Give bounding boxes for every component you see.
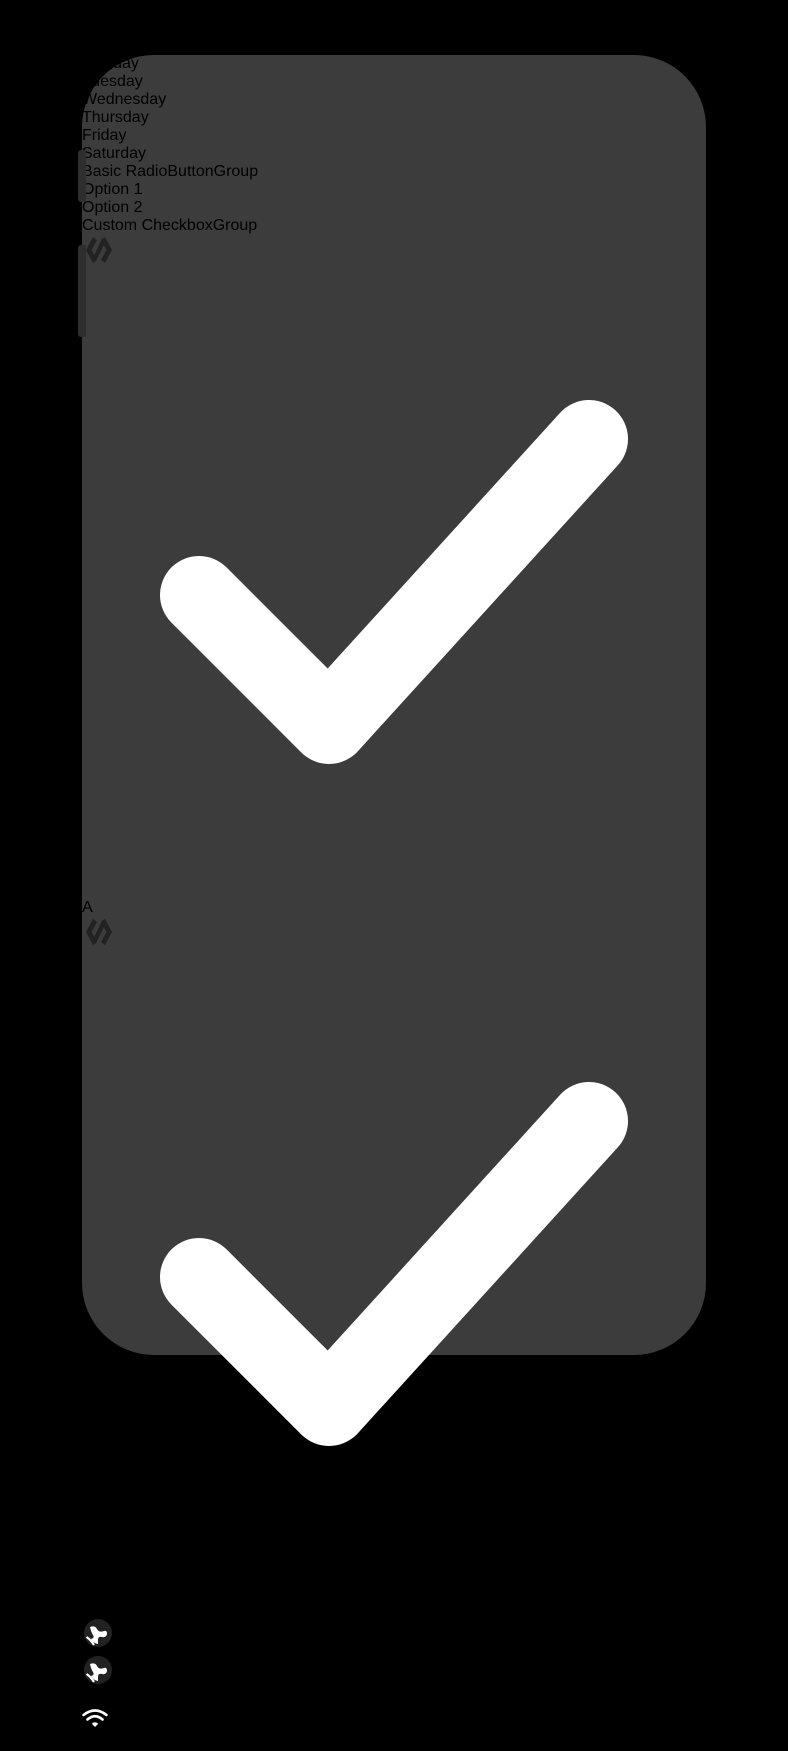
checkbox-label: Wednesday bbox=[82, 91, 167, 108]
custom-checkbox-group: Custom CheckboxGroup A B bbox=[82, 217, 706, 1599]
custom-checkbox-a[interactable] bbox=[82, 400, 706, 898]
custom-checkbox-item-a[interactable]: A bbox=[82, 235, 706, 917]
radio-row-option-1[interactable]: Option 1 bbox=[82, 181, 706, 199]
volume-up-button[interactable] bbox=[78, 245, 86, 337]
basic-checkbox-group: Monday Tuesday Wednesday Thursday Friday… bbox=[82, 55, 706, 163]
checkbox-label: Tuesday bbox=[82, 73, 143, 90]
radio-label: Option 1 bbox=[82, 181, 143, 198]
status-bar: 1:52 bbox=[82, 1691, 706, 1733]
custom-checkbox-b[interactable] bbox=[82, 1082, 706, 1580]
custom-checkbox-item-b[interactable]: B bbox=[82, 917, 706, 1599]
globe-icon bbox=[82, 1656, 118, 1690]
checkbox-row-monday[interactable]: Monday bbox=[82, 55, 706, 73]
mute-switch-button[interactable] bbox=[78, 150, 86, 202]
custom-radio-item-two[interactable]: Two bbox=[82, 1654, 706, 1691]
custom-radio-item-one[interactable]: One bbox=[82, 1617, 706, 1654]
section-heading-basic-radio: Basic RadioButtonGroup bbox=[82, 163, 259, 180]
checkbox-label: Thursday bbox=[82, 109, 149, 126]
checkbox-row-wednesday[interactable]: Wednesday bbox=[82, 91, 706, 109]
custom-checkbox-label: A bbox=[82, 899, 93, 916]
checkbox-row-tuesday[interactable]: Tuesday bbox=[82, 73, 706, 91]
basic-radio-group: Basic RadioButtonGroup Option 1 Option 2 bbox=[82, 163, 706, 217]
code-slash-icon bbox=[82, 919, 116, 951]
radio-row-option-2[interactable]: Option 2 bbox=[82, 199, 706, 217]
phone-screen: Monday Tuesday Wednesday Thursday Friday… bbox=[82, 55, 706, 1751]
phone-frame: Monday Tuesday Wednesday Thursday Friday… bbox=[78, 55, 706, 1750]
check-icon bbox=[160, 400, 628, 764]
radio-label: Option 2 bbox=[82, 199, 143, 216]
checkbox-row-saturday[interactable]: Saturday bbox=[82, 145, 706, 163]
section-heading-custom-radio: Custom RadioButtonGroup bbox=[82, 1599, 275, 1616]
app-bar: 1:52 Grouped Buttons Example bbox=[82, 1691, 706, 1751]
checkbox-label: Friday bbox=[82, 127, 127, 144]
globe-icon bbox=[82, 1619, 118, 1653]
check-icon bbox=[160, 1082, 628, 1446]
custom-checkbox-label: B bbox=[82, 1581, 93, 1598]
checkbox-label: Saturday bbox=[82, 145, 147, 162]
checkbox-row-thursday[interactable]: Thursday bbox=[82, 109, 706, 127]
status-time: 1:52 bbox=[82, 1691, 114, 1708]
custom-radio-label: Two bbox=[118, 1673, 148, 1690]
code-slash-icon bbox=[82, 237, 116, 269]
custom-radio-group: Custom RadioButtonGroup One Two bbox=[82, 1599, 706, 1691]
checkbox-label: Monday bbox=[82, 55, 139, 72]
section-heading-custom-checkbox: Custom CheckboxGroup bbox=[82, 217, 258, 234]
checkbox-row-friday[interactable]: Friday bbox=[82, 127, 706, 145]
scroll-content[interactable]: Monday Tuesday Wednesday Thursday Friday… bbox=[82, 55, 706, 1691]
custom-radio-label: One bbox=[118, 1636, 149, 1653]
wifi-icon bbox=[82, 1709, 108, 1727]
page-title: Grouped Buttons Example bbox=[82, 1733, 270, 1750]
